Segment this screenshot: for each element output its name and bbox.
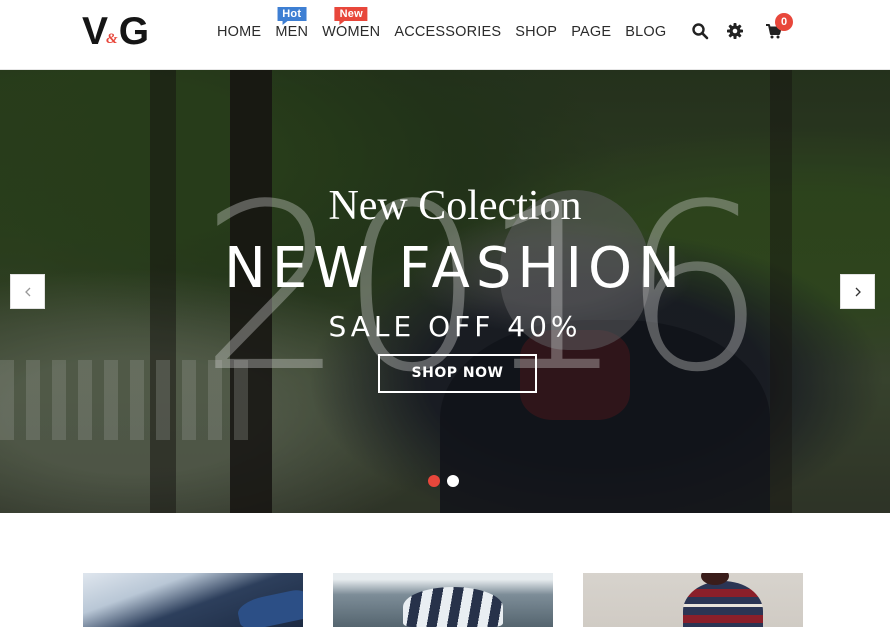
nav-item-label: HOME xyxy=(217,24,262,40)
gear-icon[interactable] xyxy=(726,22,744,40)
hero-slider: 2016 New Colection NEW FASHION SALE OFF … xyxy=(0,70,890,513)
cart-count-badge: 0 xyxy=(775,13,793,31)
nav-item-women[interactable]: New WOMEN xyxy=(315,0,387,64)
nav-item-page[interactable]: PAGE xyxy=(564,0,618,64)
product-banner-1[interactable] xyxy=(83,573,303,627)
banner-image xyxy=(683,581,763,627)
new-badge: New xyxy=(334,7,368,25)
logo[interactable]: V & G xyxy=(82,10,149,53)
nav-item-label: BLOG xyxy=(625,24,667,40)
slider-prev-button[interactable] xyxy=(10,274,45,309)
search-icon[interactable] xyxy=(691,22,709,40)
nav-item-label: ACCESSORIES xyxy=(394,24,502,40)
nav-item-label: SHOP xyxy=(515,24,558,40)
slider-dot-1[interactable] xyxy=(428,475,440,487)
nav-item-home[interactable]: HOME xyxy=(210,0,268,64)
slider-pagination xyxy=(428,475,459,487)
hot-badge: Hot xyxy=(277,7,307,25)
nav-item-blog[interactable]: BLOG xyxy=(618,0,673,64)
nav-item-shop[interactable]: SHOP xyxy=(508,0,564,64)
product-banner-3[interactable] xyxy=(583,573,803,627)
nav-item-label: PAGE xyxy=(571,24,612,40)
slider-next-button[interactable] xyxy=(840,274,875,309)
chevron-right-icon xyxy=(855,287,861,296)
nav-item-accessories[interactable]: ACCESSORIES xyxy=(387,0,508,64)
hero-title: NEW FASHION xyxy=(224,236,686,301)
shop-now-button[interactable]: SHOP NOW xyxy=(378,354,537,393)
chevron-left-icon xyxy=(24,287,30,296)
logo-letter-g: G xyxy=(118,10,149,53)
product-banner-2[interactable] xyxy=(333,573,553,627)
logo-letter-v: V xyxy=(82,10,108,53)
slider-dot-2[interactable] xyxy=(447,475,459,487)
hero-sale-text: SALE OFF 40% xyxy=(328,310,582,343)
nav-item-men[interactable]: Hot MEN xyxy=(268,0,315,64)
cart-icon[interactable]: 0 xyxy=(765,13,793,40)
site-header: V & G HOME Hot MEN New WOMEN ACCESSORIES… xyxy=(0,0,890,70)
banner-image xyxy=(403,587,503,627)
logo-ampersand: & xyxy=(106,31,118,47)
hero-subtitle: New Colection xyxy=(328,183,582,229)
main-nav: HOME Hot MEN New WOMEN ACCESSORIES SHOP … xyxy=(210,0,673,64)
banner-image xyxy=(235,588,303,627)
